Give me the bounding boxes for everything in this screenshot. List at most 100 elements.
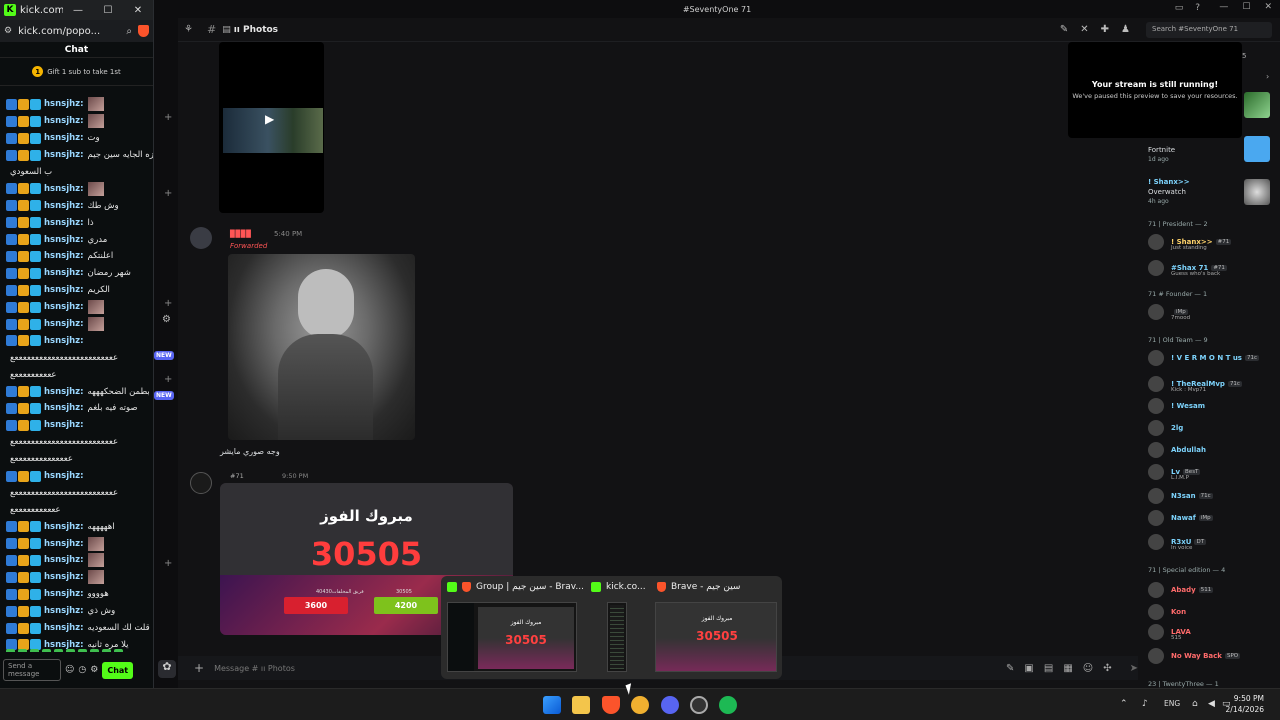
member-item[interactable]: ! V E R M O N T us 71c — [1148, 350, 1260, 366]
preview-thumbnail[interactable]: مبروك الفوز 30505 — [655, 602, 777, 672]
close-icon[interactable]: ✕ — [123, 5, 153, 16]
list-item[interactable]: ب السعودي — [6, 164, 153, 181]
minimize-icon[interactable]: — — [63, 5, 93, 16]
list-item[interactable]: hsnsjhz:المزه الجايه سين جيم — [6, 147, 153, 164]
kick-url-text[interactable]: kick.com/popo... — [18, 26, 120, 37]
timer-icon[interactable]: ◷ — [78, 665, 86, 675]
add-icon[interactable]: + — [164, 112, 172, 123]
add-icon[interactable]: + — [164, 188, 172, 199]
obs-icon[interactable] — [690, 696, 708, 714]
list-item[interactable]: hsnsjhz: قلت لك السعوديه — [6, 620, 153, 637]
list-item[interactable]: hsnsjhz: — [6, 96, 153, 113]
chat-username[interactable]: hsnsjhz: — [44, 589, 84, 599]
list-item[interactable]: عععععععععععع — [6, 501, 153, 518]
brave-shield-icon[interactable] — [138, 25, 149, 37]
list-item[interactable]: hsnsjhz: — [6, 417, 153, 434]
volume-icon[interactable]: ◀ — [1208, 699, 1215, 709]
clock[interactable]: 9:50 PM 2/14/2026 — [1226, 693, 1264, 715]
list-item[interactable]: ععععععععععع — [6, 366, 153, 383]
emoji-icon[interactable]: ☺ — [1083, 663, 1093, 674]
chat-username[interactable]: hsnsjhz: — [44, 539, 84, 549]
gif-icon[interactable]: ▤ — [1044, 663, 1053, 674]
member-item[interactable]: 2lg — [1148, 420, 1183, 436]
emoji-icon[interactable]: ☺ — [65, 665, 74, 675]
list-item[interactable]: hsnsjhz: — [6, 299, 153, 316]
member-item[interactable]: N3san 71c — [1148, 488, 1213, 504]
add-icon[interactable]: + — [164, 374, 172, 385]
list-item[interactable]: hsnsjhz: ذا — [6, 214, 153, 231]
play-icon[interactable]: ▶ — [265, 112, 274, 126]
avatar[interactable] — [190, 472, 212, 494]
chat-send-button[interactable]: Chat — [102, 661, 134, 679]
add-attachment-icon[interactable]: + — [194, 661, 204, 675]
list-item[interactable]: hsnsjhz: — [6, 569, 153, 586]
chat-username[interactable]: hsnsjhz: — [44, 623, 84, 633]
settings-icon[interactable]: ⚙ — [162, 314, 171, 325]
list-item[interactable]: hsnsjhz: وش طك — [6, 197, 153, 214]
chat-username[interactable]: hsnsjhz: — [44, 302, 84, 312]
list-item[interactable]: hsnsjhz: اهههههه — [6, 518, 153, 535]
channel-list-icon[interactable]: ⚘ — [184, 24, 193, 35]
chat-username[interactable]: hsnsjhz: — [44, 336, 84, 346]
add-icon[interactable]: + — [164, 298, 172, 309]
chat-username[interactable]: hsnsjhz: — [44, 268, 84, 278]
file-explorer-icon[interactable] — [572, 696, 590, 714]
chat-username[interactable]: hsnsjhz: — [44, 387, 84, 397]
chat-username[interactable]: hsnsjhz: — [44, 420, 84, 430]
list-item[interactable]: hsnsjhz: — [6, 332, 153, 349]
chat-username[interactable]: hsnsjhz: — [44, 555, 84, 565]
list-item[interactable]: hsnsjhz: وت — [6, 130, 153, 147]
message-author[interactable]: ▉▉▉▉ — [230, 230, 252, 238]
language-indicator[interactable]: ENG — [1164, 699, 1180, 708]
list-item[interactable]: hsnsjhz: — [6, 113, 153, 130]
inbox-icon[interactable]: ▭ — [1175, 3, 1184, 13]
chat-username[interactable]: hsnsjhz: — [44, 522, 84, 532]
kick-titlebar[interactable]: K kick.com/p... — ☐ ✕ — [0, 0, 153, 20]
preview-label[interactable]: kick.co... — [591, 582, 646, 592]
start-icon[interactable] — [543, 696, 561, 714]
brave-icon[interactable] — [602, 696, 620, 714]
chevron-right-icon[interactable]: › — [1266, 72, 1269, 81]
preview-label[interactable]: Brave - سين جيم — [657, 582, 740, 592]
member-item[interactable]: LAVA — [1148, 624, 1191, 640]
chat-username[interactable]: hsnsjhz: — [44, 606, 84, 616]
list-item[interactable]: hsnsjhz: بطمن الضحكهههه — [6, 383, 153, 400]
close-icon[interactable]: ✕ — [1264, 2, 1272, 12]
list-item[interactable]: hsnsjhz: صوته فيه بلغم — [6, 400, 153, 417]
maximize-icon[interactable]: ☐ — [93, 5, 123, 16]
avatar[interactable] — [190, 227, 212, 249]
gift-sub-banner[interactable]: 1 Gift 1 sub to take 1st — [0, 58, 153, 86]
kick-message-list[interactable]: hsnsjhz:hsnsjhz:hsnsjhz:وتhsnsjhz:المزه … — [0, 96, 153, 652]
gift-icon[interactable]: ▣ — [1024, 663, 1033, 674]
mic-icon[interactable]: ♪ — [1142, 699, 1148, 709]
chat-username[interactable]: hsnsjhz: — [44, 116, 84, 126]
members-icon[interactable]: ♟ — [1121, 24, 1130, 35]
list-item[interactable]: hsnsjhz: هوووو — [6, 586, 153, 603]
list-item[interactable]: عععععععععععععععععععععععععع — [6, 484, 153, 501]
preview-label[interactable]: Group | سين جيم - Brav... — [447, 582, 584, 592]
list-item[interactable]: hsnsjhz: — [6, 552, 153, 569]
list-item[interactable]: hsnsjhz: مدري — [6, 231, 153, 248]
maximize-icon[interactable]: ☐ — [1242, 2, 1250, 12]
threads-icon[interactable]: ✎ — [1060, 24, 1068, 35]
list-item[interactable]: hsnsjhz: اعلنتكم — [6, 248, 153, 265]
site-settings-icon[interactable]: ⚙ — [4, 26, 12, 36]
chat-username[interactable]: hsnsjhz: — [44, 285, 84, 295]
chat-username[interactable]: hsnsjhz: — [44, 201, 84, 211]
apps-icon[interactable]: ✣ — [1103, 663, 1111, 674]
add-icon[interactable]: + — [164, 558, 172, 569]
mic-off-icon[interactable]: ✎ — [1006, 663, 1014, 674]
member-item[interactable]: No Way Back SPO — [1148, 648, 1241, 664]
server-settings-icon[interactable]: ✿ — [158, 660, 176, 678]
list-item[interactable]: hsnsjhz: وش ذي — [6, 603, 153, 620]
member-item[interactable]: ! Wesam — [1148, 398, 1205, 414]
send-message-input[interactable]: Send a message — [3, 659, 61, 681]
video-attachment[interactable]: ▶ — [219, 42, 324, 213]
list-item[interactable]: hsnsjhz: — [6, 535, 153, 552]
member-item[interactable]: Nawaf iMp — [1148, 510, 1213, 526]
discord-icon[interactable] — [661, 696, 679, 714]
chat-username[interactable]: hsnsjhz: — [44, 133, 84, 143]
chat-username[interactable]: hsnsjhz: — [44, 218, 84, 228]
sticker-icon[interactable]: ▦ — [1063, 663, 1072, 674]
chat-username[interactable]: hsnsjhz: — [44, 471, 84, 481]
